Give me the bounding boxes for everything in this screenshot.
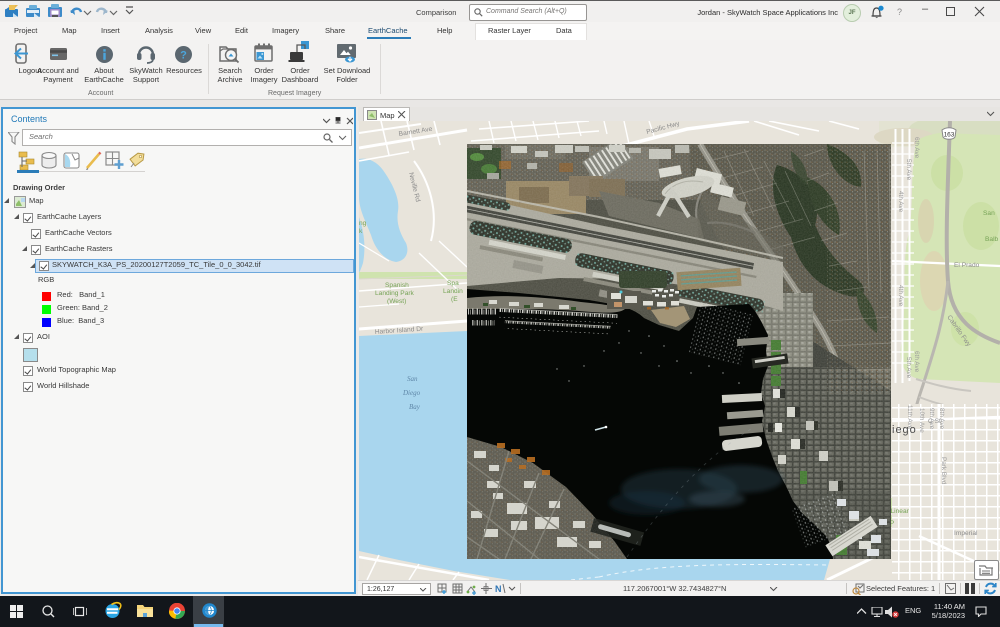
svg-text:Imperial: Imperial (954, 530, 978, 537)
svg-text:ng: ng (359, 220, 367, 227)
svg-text:8th Ave: 8th Ave (938, 408, 945, 430)
svg-text:Spanish: Spanish (385, 282, 409, 289)
svg-text:Spa: Spa (447, 280, 459, 287)
svg-text:5th Ave: 5th Ave (905, 159, 912, 181)
svg-text:(E: (E (451, 296, 458, 303)
svg-text:El Prado: El Prado (954, 262, 980, 269)
svg-text:9th Ave: 9th Ave (928, 408, 935, 430)
svg-text:Park Blvd: Park Blvd (940, 457, 947, 485)
svg-text:Landing Park: Landing Park (375, 290, 415, 297)
svg-text:163: 163 (944, 132, 955, 139)
svg-text:Balb: Balb (985, 236, 999, 243)
svg-text:N: N (495, 584, 502, 594)
svg-text:4th Ave: 4th Ave (897, 191, 904, 213)
svg-text:Diego: Diego (402, 389, 421, 397)
svg-text:10th Ave: 10th Ave (918, 408, 925, 433)
svg-text:6th Ave: 6th Ave (913, 351, 920, 373)
svg-text:San: San (407, 375, 418, 383)
svg-text:Landin: Landin (443, 288, 463, 295)
svg-text:4th Ave: 4th Ave (897, 285, 904, 307)
svg-text:Bay: Bay (409, 403, 421, 411)
svg-text:5th Ave: 5th Ave (905, 357, 912, 379)
svg-text:San: San (983, 210, 995, 217)
svg-text:?: ? (180, 50, 187, 62)
svg-text:iego: iego (892, 424, 917, 436)
svg-text:6th Ave: 6th Ave (913, 137, 920, 159)
svg-text:(West): (West) (387, 298, 406, 305)
